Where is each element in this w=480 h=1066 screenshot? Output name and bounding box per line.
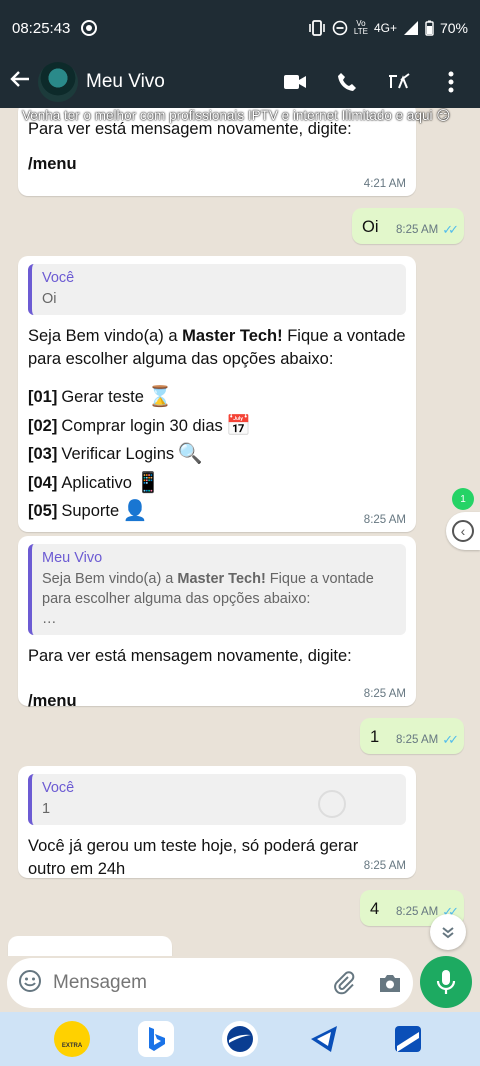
message-incoming[interactable] xyxy=(8,936,172,956)
network-type: 4G+ xyxy=(373,21,397,35)
quoted-text: Oi xyxy=(42,291,57,307)
message-time: 8:25 AM xyxy=(363,514,406,526)
message-time: 4:21 AM xyxy=(363,178,406,190)
message-input[interactable] xyxy=(53,972,321,994)
hourglass-icon: ⌛ xyxy=(147,386,173,408)
message-command: /menu xyxy=(28,692,77,710)
quoted-author: Meu Vivo xyxy=(42,550,103,566)
tablet-app-icon[interactable] xyxy=(390,1021,426,1057)
banner-text: Venha ter o melhor com profissionais IPT… xyxy=(22,108,451,123)
airline-app-icon[interactable] xyxy=(222,1021,258,1057)
menu-option: [05] Suporte 👤 xyxy=(28,500,148,522)
message-text: 1 xyxy=(370,728,380,746)
message-time: 8:25 AM xyxy=(363,860,406,872)
menu-option: [02] Comprar login 30 dias 📅 xyxy=(28,414,252,437)
side-panel-button[interactable]: ‹ xyxy=(446,512,480,550)
person-icon: 👤 xyxy=(122,500,148,522)
message-incoming[interactable]: Meu Vivo Seja Bem vindo(a) a Master Tech… xyxy=(18,536,416,710)
camera-icon[interactable] xyxy=(367,972,413,994)
attach-icon[interactable] xyxy=(321,971,367,995)
vibrate-icon xyxy=(309,20,325,36)
message-command: /menu xyxy=(28,155,77,173)
battery-level: 70% xyxy=(439,20,468,36)
message-text: Para ver está mensagem novamente, digite… xyxy=(28,647,352,665)
quoted-message[interactable]: Você 1 xyxy=(28,774,406,825)
quoted-message[interactable]: Você Oi xyxy=(28,264,406,315)
menu-option: [04] Aplicativo 📱 xyxy=(28,471,161,494)
message-outgoing[interactable]: 1 8:25 AM ✓✓ xyxy=(360,718,464,754)
microphone-icon xyxy=(436,970,456,994)
taskbar: EXTRA xyxy=(0,1012,480,1066)
label-tag-icon[interactable] xyxy=(386,69,412,95)
contact-avatar[interactable] xyxy=(38,62,78,102)
calendar-icon: 📅 xyxy=(226,414,252,437)
read-ticks-icon: ✓✓ xyxy=(442,222,459,237)
message-list[interactable]: Venha ter o melhor com profissionais IPT… xyxy=(0,108,480,956)
loading-spinner xyxy=(318,790,346,818)
quoted-text: Seja Bem vindo(a) a Master Tech! Fique a… xyxy=(42,571,374,607)
read-ticks-icon: ✓✓ xyxy=(442,732,459,747)
composer-bar xyxy=(0,956,480,1012)
back-arrow-icon[interactable] xyxy=(2,68,38,97)
unread-badge: 1 xyxy=(452,488,474,510)
vpn-app-icon[interactable] xyxy=(306,1021,342,1057)
signal-icon xyxy=(403,21,418,35)
more-options-icon[interactable] xyxy=(438,69,464,95)
status-time: 08:25:43 xyxy=(12,19,71,37)
scroll-to-bottom-button[interactable] xyxy=(430,914,466,950)
extra-app-icon[interactable]: EXTRA xyxy=(54,1021,90,1057)
message-text: Você já gerou um teste hoje, só poderá g… xyxy=(28,837,359,878)
volte-icon: Vo LTE xyxy=(353,19,368,36)
quoted-author: Você xyxy=(42,270,75,286)
contact-name[interactable]: Meu Vivo xyxy=(86,71,165,93)
extra-app-label: EXTRA xyxy=(61,1043,83,1049)
magnifier-icon: 🔍 xyxy=(177,443,203,465)
message-incoming[interactable]: Você 1 Você já gerou um teste hoje, só p… xyxy=(18,766,416,878)
quoted-message[interactable]: Meu Vivo Seja Bem vindo(a) a Master Tech… xyxy=(28,544,406,635)
message-text: Seja Bem vindo(a) a Master Tech! Fique a… xyxy=(28,327,406,368)
message-input-box xyxy=(7,958,413,1008)
message-time: 8:25 AM xyxy=(363,688,406,700)
message-time: 8:25 AM ✓✓ xyxy=(396,222,459,237)
emoji-icon[interactable] xyxy=(7,969,53,998)
bing-app-icon[interactable] xyxy=(138,1021,174,1057)
chevron-down-icon xyxy=(442,927,454,939)
record-icon xyxy=(81,20,98,36)
quoted-more: … xyxy=(42,611,57,627)
mobile-phone-icon: 📱 xyxy=(135,471,161,494)
voice-message-button[interactable] xyxy=(420,956,472,1008)
chevron-left-icon: ‹ xyxy=(452,520,474,542)
message-outgoing[interactable]: Oi 8:25 AM ✓✓ xyxy=(352,208,464,244)
message-text: Oi xyxy=(362,218,379,236)
quoted-author: Você xyxy=(42,780,75,796)
phone-call-icon[interactable] xyxy=(334,69,360,95)
status-bar: 08:25:43 Vo LTE 4G+ 70% xyxy=(0,0,480,56)
chat-header: Meu Vivo xyxy=(0,56,480,108)
message-incoming[interactable]: Você Oi Seja Bem vindo(a) a Master Tech!… xyxy=(18,256,416,532)
battery-icon xyxy=(425,20,434,36)
message-time: 8:25 AM ✓✓ xyxy=(396,732,459,747)
message-text: 4 xyxy=(370,900,380,918)
video-call-icon[interactable] xyxy=(282,69,308,95)
dnd-icon xyxy=(332,20,348,36)
menu-option: [01] Gerar teste ⌛ xyxy=(28,386,173,408)
menu-option: [03] Verificar Logins 🔍 xyxy=(28,443,203,465)
